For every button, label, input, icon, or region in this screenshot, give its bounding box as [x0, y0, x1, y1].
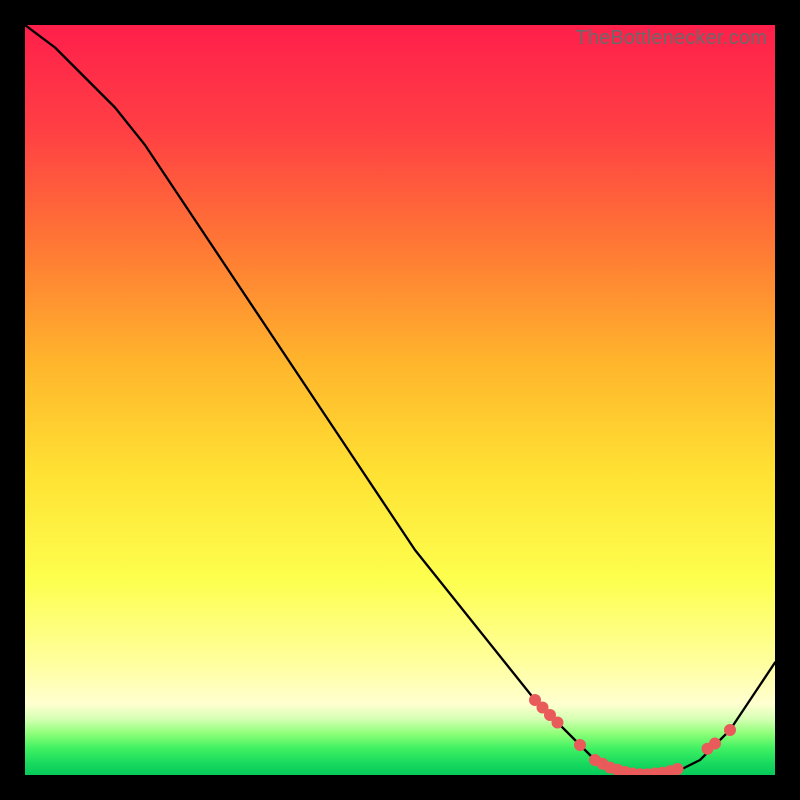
highlight-dot: [724, 724, 736, 736]
highlight-dot: [709, 738, 721, 750]
bottleneck-curve: [25, 25, 775, 775]
highlight-dots: [529, 694, 736, 775]
chart-frame: TheBottlenecker.com: [0, 0, 800, 800]
plot-area: TheBottlenecker.com: [25, 25, 775, 775]
highlight-dot: [672, 763, 684, 775]
highlight-dot: [552, 717, 564, 729]
highlight-dot: [574, 739, 586, 751]
chart-svg: [25, 25, 775, 775]
